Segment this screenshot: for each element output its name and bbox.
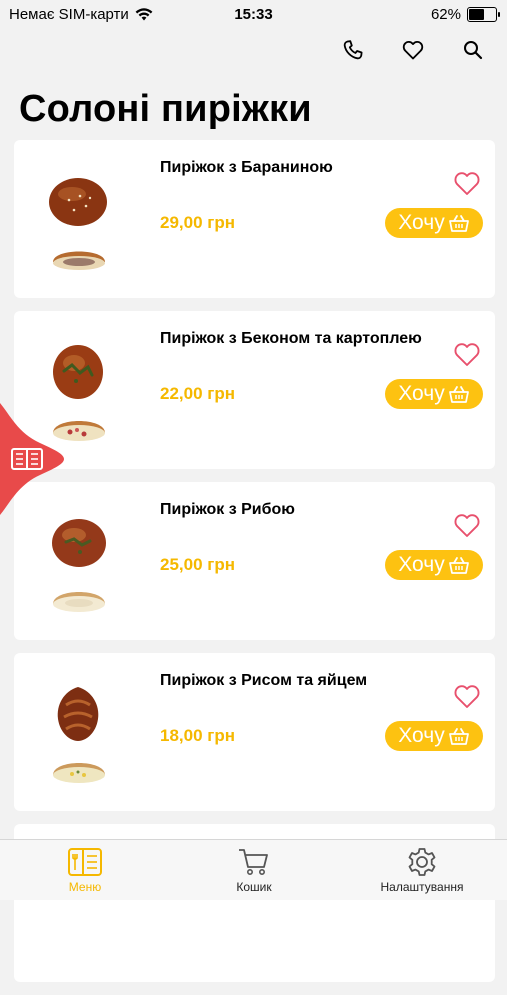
battery-percent: 62% [430, 6, 461, 23]
product-price: 25,00 грн [160, 555, 235, 574]
basket-icon [448, 215, 469, 232]
product-card[interactable]: Пиріжок з Рисом та яйцем 18,00 грн Хочу [14, 653, 495, 811]
status-bar: Немає SIM-карти 15:33 62% [0, 0, 507, 28]
pie-cut-image [53, 592, 105, 612]
product-price: 22,00 грн [160, 384, 235, 403]
basket-icon [448, 728, 469, 745]
battery-fill [469, 9, 484, 20]
pie-whole-image [49, 178, 107, 226]
product-name: Пиріжок з Бараниною [160, 159, 333, 176]
product-price: 18,00 грн [160, 726, 235, 745]
favorites-heart-icon[interactable] [401, 38, 425, 62]
pie-whole-image [53, 345, 103, 399]
want-button-label: Хочу [398, 553, 445, 576]
product-price: 29,00 грн [160, 213, 235, 232]
basket-icon [448, 386, 469, 403]
gear-icon [408, 848, 436, 876]
menu-book-icon [68, 848, 102, 876]
search-icon[interactable] [461, 38, 485, 62]
nav-settings-label: Налаштування [380, 880, 464, 894]
want-button-label: Хочу [398, 211, 445, 234]
basket-icon [448, 557, 469, 574]
pie-cut-image [53, 251, 105, 270]
catalog-side-tab[interactable] [0, 403, 64, 515]
nav-menu-label: Меню [68, 880, 102, 894]
pie-cut-image [53, 763, 105, 783]
want-button-label: Хочу [398, 382, 445, 405]
nav-cart-label: Кошик [236, 880, 272, 894]
phone-icon[interactable] [341, 38, 365, 62]
page-title: Солоні пиріжки [19, 88, 312, 130]
product-name: Пиріжок з Беконом та картоплею [160, 330, 422, 347]
want-button[interactable]: Хочу [385, 379, 483, 409]
product-name: Пиріжок з Рисом та яйцем [160, 672, 368, 689]
pie-whole-image [52, 519, 106, 567]
product-name: Пиріжок з Рибою [160, 501, 295, 518]
nav-settings[interactable]: Налаштування [362, 847, 482, 894]
battery-icon [467, 7, 500, 22]
favorite-heart-icon[interactable] [453, 170, 481, 196]
product-card[interactable]: Пиріжок з Беконом та картоплею 22,00 грн… [14, 311, 495, 469]
nav-cart[interactable]: Кошик [194, 847, 314, 894]
status-right: 62% [430, 6, 500, 23]
header-actions [341, 38, 485, 62]
pie-whole-image [57, 687, 99, 741]
want-button-label: Хочу [398, 724, 445, 747]
favorite-heart-icon[interactable] [453, 512, 481, 538]
favorite-heart-icon[interactable] [453, 683, 481, 709]
want-button[interactable]: Хочу [385, 721, 483, 751]
nav-menu[interactable]: Меню [25, 847, 145, 894]
bottom-nav: Меню Кошик Налаштування [0, 839, 507, 900]
cart-icon [239, 849, 268, 875]
favorite-heart-icon[interactable] [453, 341, 481, 367]
product-card[interactable]: Пиріжок з Бараниною 29,00 грн Хочу [14, 140, 495, 298]
product-card[interactable]: Пиріжок з Рибою 25,00 грн Хочу [14, 482, 495, 640]
want-button[interactable]: Хочу [385, 550, 483, 580]
want-button[interactable]: Хочу [385, 208, 483, 238]
